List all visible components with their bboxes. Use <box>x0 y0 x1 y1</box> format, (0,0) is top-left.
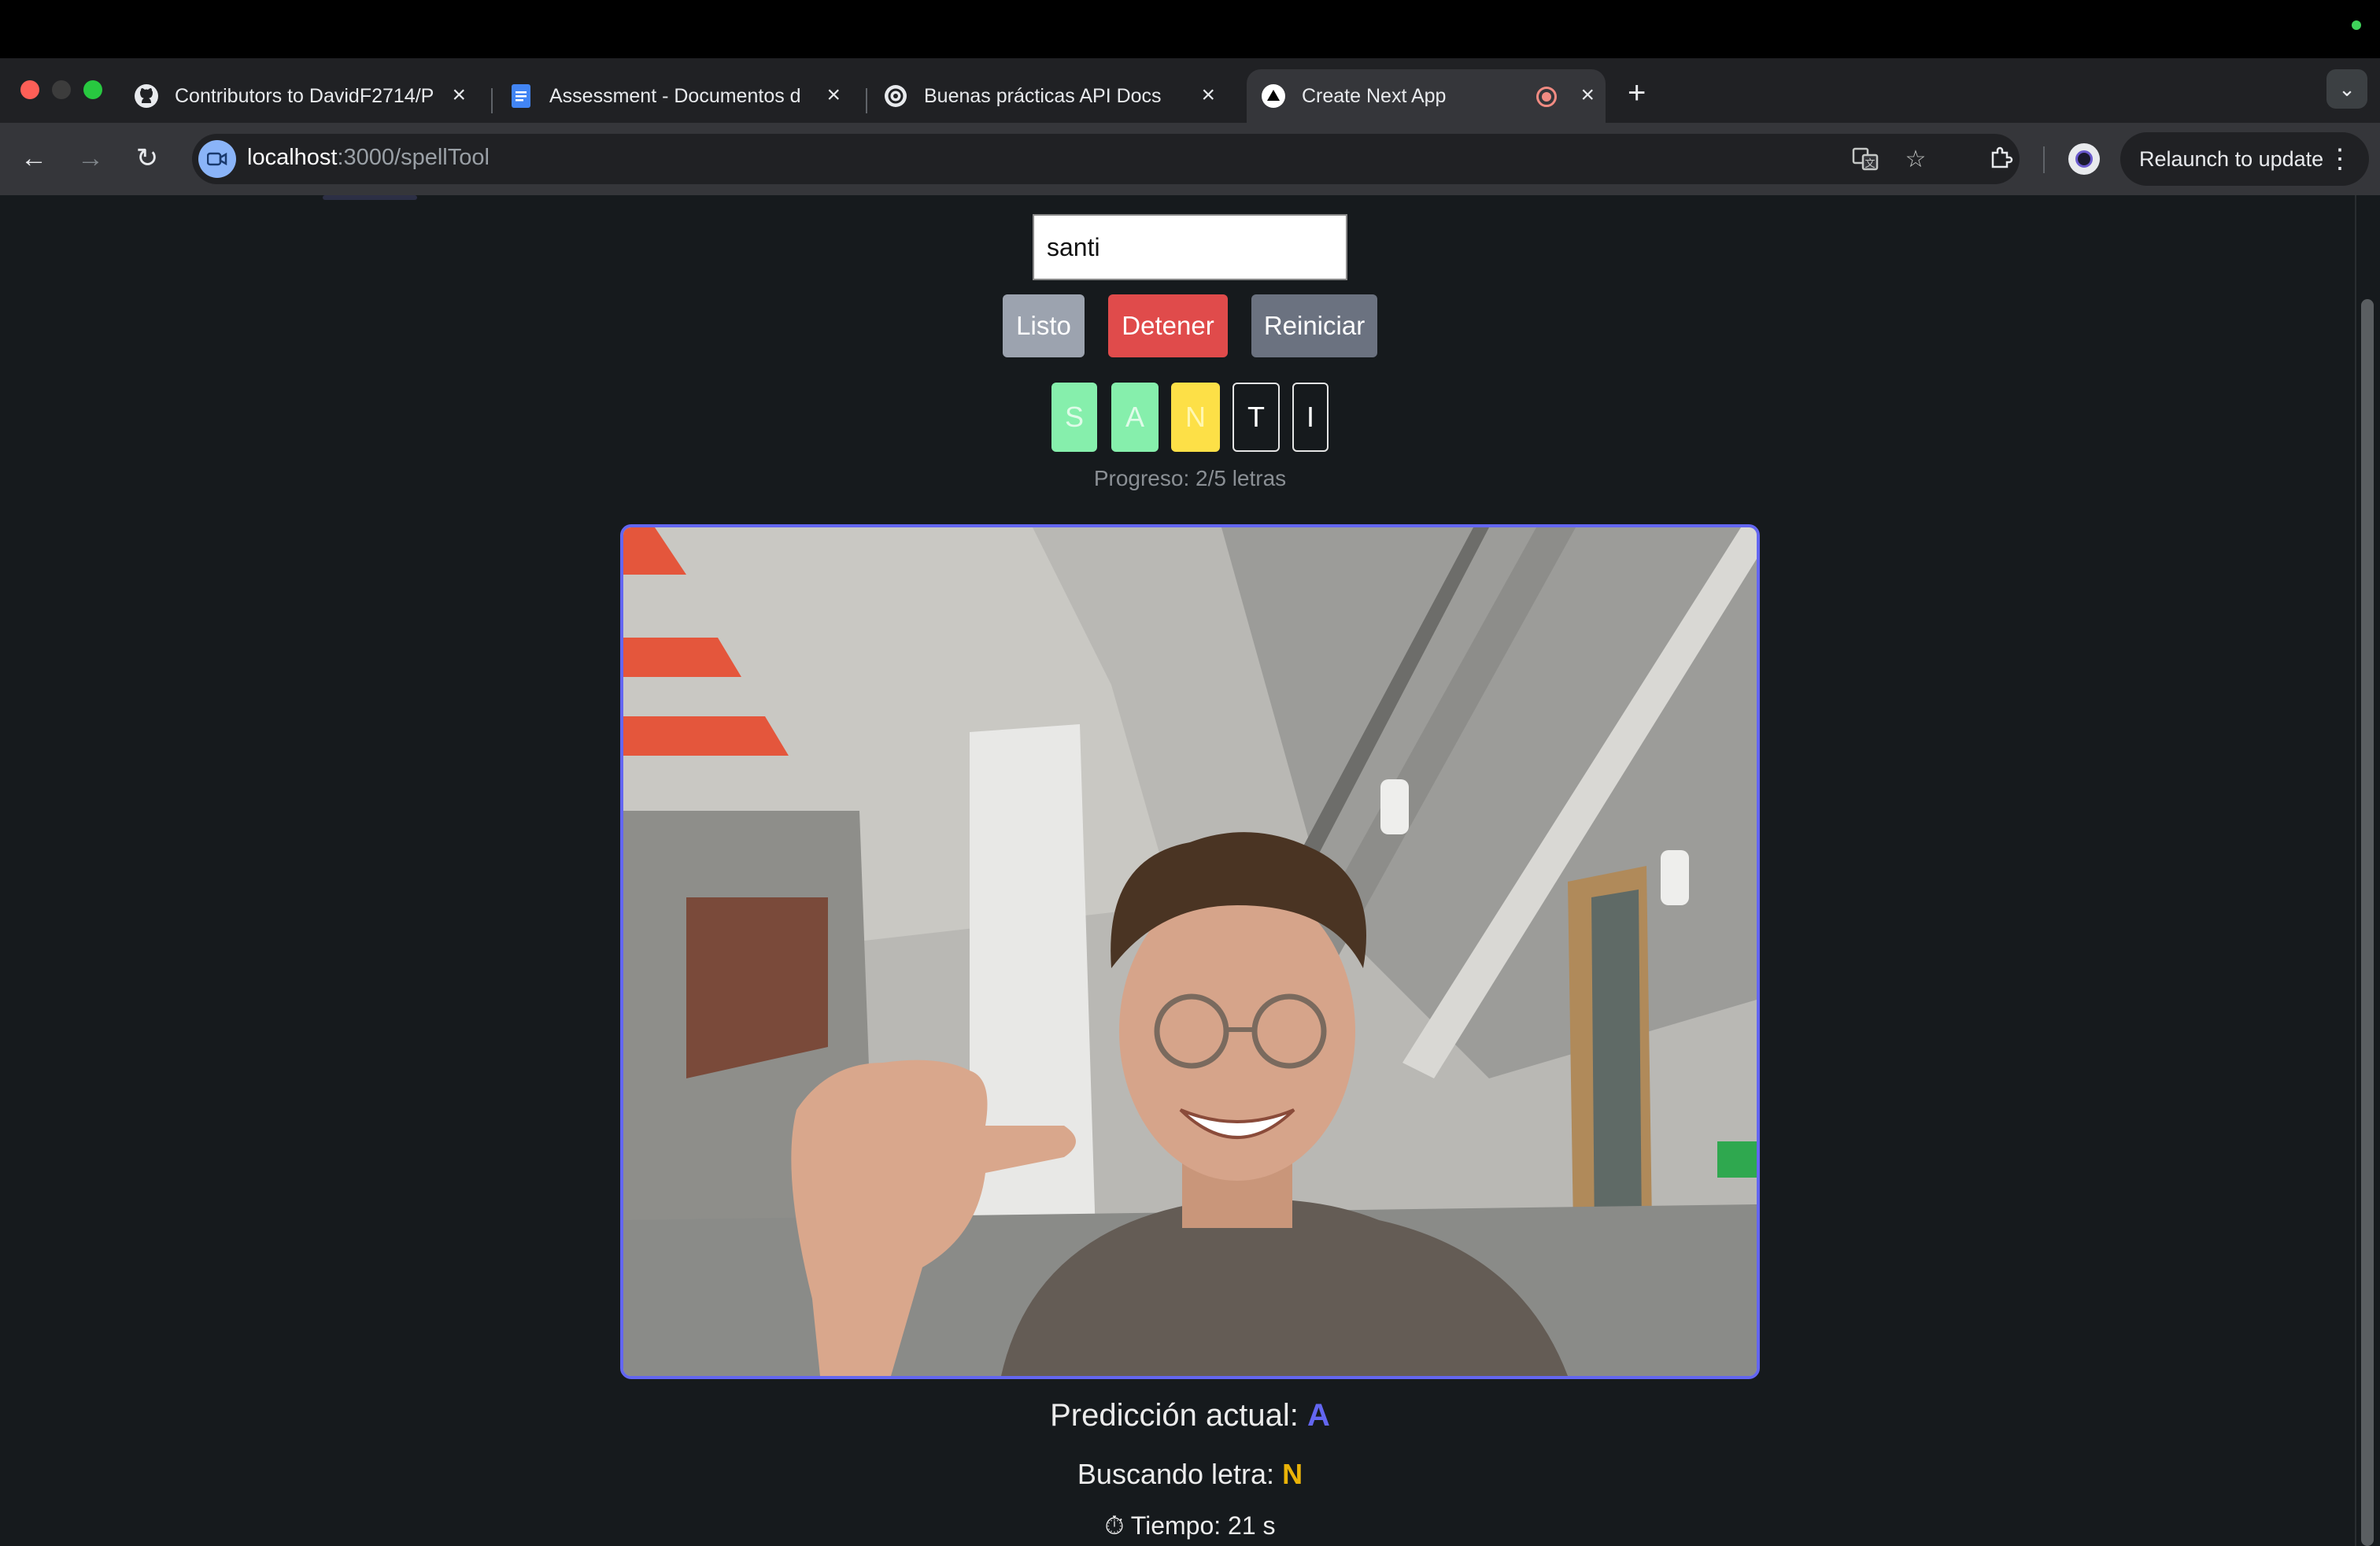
reiniciar-button[interactable]: Reiniciar <box>1251 294 1377 357</box>
seeking-label: Buscando letra: <box>1077 1458 1275 1490</box>
letter-tile-s: S <box>1051 383 1097 452</box>
nav-indicator <box>323 195 417 200</box>
close-tab-icon[interactable]: × <box>826 83 841 107</box>
profile-avatar-icon[interactable] <box>2068 143 2100 175</box>
scrollbar-thumb[interactable] <box>2361 299 2374 1546</box>
camera-frame-illustration <box>623 527 1757 1376</box>
camera-in-use-icon[interactable] <box>198 140 236 178</box>
tab-contributors[interactable]: Contributors to DavidF2714/P × <box>134 69 477 123</box>
github-icon <box>134 83 159 109</box>
prediction-value: A <box>1306 1398 1330 1433</box>
close-window-button[interactable] <box>20 80 39 99</box>
tab-create-next-app[interactable]: Create Next App × <box>1247 69 1606 123</box>
menu-dots-icon[interactable]: ⋮ <box>2326 143 2353 175</box>
seeking-line: Buscando letra: N <box>0 1458 2380 1491</box>
prediction-label: Predicción actual: <box>1050 1398 1299 1433</box>
detener-button[interactable]: Detener <box>1108 294 1228 357</box>
tab-label: Contributors to DavidF2714/P <box>175 84 434 107</box>
prediction-line: Predicción actual: A <box>0 1398 2380 1433</box>
openai-icon <box>883 83 908 109</box>
letter-tile-i: I <box>1292 383 1329 452</box>
seeking-value: N <box>1282 1458 1303 1490</box>
address-bar[interactable]: localhost:3000/spellTool 文 ☆ <box>192 134 2020 184</box>
progress-text: Progreso: 2/5 letras <box>1093 466 1287 490</box>
forward-icon[interactable]: → <box>72 140 109 176</box>
extensions-icon[interactable] <box>1983 140 2020 176</box>
letter-tile-a: A <box>1111 383 1159 452</box>
minimize-window-button[interactable] <box>52 80 71 99</box>
listo-button[interactable]: Listo <box>1003 294 1085 357</box>
letter-tile-t: T <box>1232 383 1280 452</box>
close-tab-icon[interactable]: × <box>1580 83 1595 107</box>
recording-icon <box>1536 87 1557 107</box>
timer-line: ⏱ Tiempo: 21 s <box>0 1511 2380 1541</box>
tab-assessment[interactable]: Assessment - Documentos d × <box>508 69 852 123</box>
back-icon[interactable]: ← <box>16 140 52 176</box>
relaunch-button[interactable]: Relaunch to update ⋮ <box>2120 132 2369 186</box>
maximize-window-button[interactable] <box>83 80 102 99</box>
url-text: localhost:3000/spellTool <box>247 145 490 170</box>
tab-label: Buenas prácticas API Docs <box>924 84 1162 107</box>
tab-divider <box>866 88 867 113</box>
status-dot <box>2352 20 2361 30</box>
page-content: Listo Detener Reiniciar S A N T I Progre… <box>0 195 2380 1546</box>
tab-divider <box>491 88 493 113</box>
close-tab-icon[interactable]: × <box>452 83 466 107</box>
new-tab-icon[interactable]: + <box>1628 76 1646 111</box>
tab-label: Create Next App <box>1302 84 1447 107</box>
tab-api-docs[interactable]: Buenas prácticas API Docs × <box>883 69 1226 123</box>
relaunch-label: Relaunch to update <box>2139 146 2324 171</box>
browser-toolbar: ← → ↻ localhost:3000/spellTool 文 ☆ Relau… <box>0 123 2380 195</box>
bookmark-star-icon[interactable]: ☆ <box>1901 145 1930 173</box>
svg-text:文: 文 <box>1864 157 1875 169</box>
letter-tile-n: N <box>1171 383 1220 452</box>
toolbar-divider <box>2043 146 2045 173</box>
camera-feed <box>620 524 1760 1379</box>
nextjs-icon <box>1261 83 1286 109</box>
stopwatch-icon: ⏱ <box>1104 1511 1125 1540</box>
page-scrollbar[interactable] <box>2355 195 2380 1546</box>
system-bar <box>0 0 2380 58</box>
tab-search-icon[interactable]: ⌄ <box>2326 69 2367 109</box>
tab-label: Assessment - Documentos d <box>549 84 801 107</box>
google-docs-icon <box>508 83 534 109</box>
tab-strip: Contributors to DavidF2714/P × Assessmen… <box>0 58 2380 123</box>
word-input[interactable] <box>1033 214 1347 280</box>
timer-text: Tiempo: 21 s <box>1130 1511 1276 1540</box>
close-tab-icon[interactable]: × <box>1201 83 1215 107</box>
translate-icon[interactable]: 文 <box>1851 145 1879 173</box>
reload-icon[interactable]: ↻ <box>129 140 165 176</box>
